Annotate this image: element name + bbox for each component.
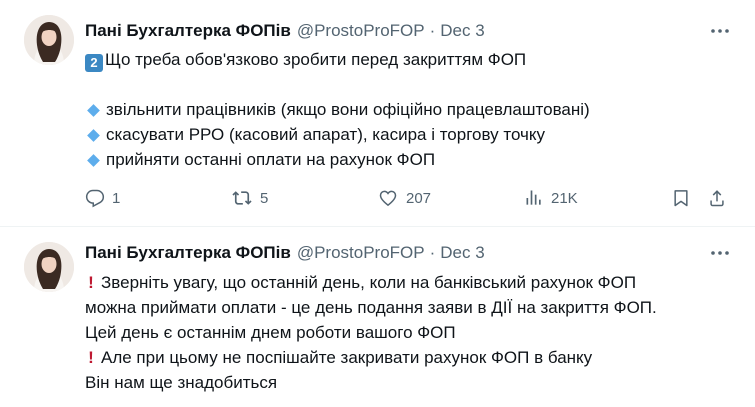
like-button[interactable]: 207 <box>377 188 431 208</box>
red-exclamation-icon: ! <box>88 273 94 292</box>
tweet-text-line: ! Але при цьому не поспішайте закривати р… <box>85 345 735 370</box>
line-text: можна приймати оплати - це день подання … <box>85 298 657 317</box>
line-text: Зверніть увагу, що останній день, коли н… <box>101 273 637 292</box>
tweet-text-line: ! Зверніть увагу, що останній день, коли … <box>85 270 735 295</box>
more-icon <box>711 29 729 33</box>
bullet-text: прийняти останні оплати на рахунок ФОП <box>106 150 436 169</box>
share-button[interactable] <box>707 188 734 208</box>
views-icon <box>526 190 541 205</box>
author-handle[interactable]: @ProstoProFOP <box>297 243 425 263</box>
reply-button[interactable]: 1 <box>85 188 120 208</box>
bullet-text: скасувати РРО (касовий апарат), касира і… <box>106 125 546 144</box>
red-exclamation-icon: ! <box>88 348 94 367</box>
bullet-item: прийняти останні оплати на рахунок ФОП <box>85 147 735 172</box>
blue-diamond-icon <box>87 103 100 117</box>
tweet-text-line: Він нам ще знадобиться <box>85 370 735 395</box>
blue-diamond-icon <box>87 128 100 142</box>
views-button[interactable]: 21K <box>524 188 578 208</box>
bookmark-button[interactable] <box>671 188 698 208</box>
tweet-text: ! Зверніть увагу, що останній день, коли … <box>85 270 735 395</box>
line-text: Він нам ще знадобиться <box>85 373 278 392</box>
share-icon <box>710 190 724 207</box>
tweet-title: Що треба обов'язково зробити перед закри… <box>105 50 527 69</box>
tweet-text-line: можна приймати оплати - це день подання … <box>85 295 735 320</box>
avatar[interactable] <box>24 15 74 65</box>
bookmark-icon <box>674 190 688 207</box>
separator-dot: · <box>429 21 436 40</box>
like-icon <box>379 190 397 207</box>
repost-icon <box>232 191 252 205</box>
more-button[interactable] <box>707 21 733 41</box>
tweet-actions: 1 5 207 21K <box>85 188 735 214</box>
repost-count: 5 <box>260 189 269 207</box>
line-text: Цей день є останнім днем роботи вашого Ф… <box>85 323 456 342</box>
tweet-header: Пані Бухгалтерка ФОПів @ProstoProFOP · D… <box>85 242 485 264</box>
tweet-title-line: 2 Що треба обов'язково зробити перед закр… <box>85 47 735 72</box>
reply-count: 1 <box>112 189 121 207</box>
bullet-item: скасувати РРО (касовий апарат), касира і… <box>85 122 735 147</box>
repost-button[interactable]: 5 <box>231 188 268 208</box>
more-icon <box>711 251 729 255</box>
tweet-date[interactable]: Dec 3 <box>440 243 484 263</box>
keycap-two-icon: 2 <box>85 54 103 72</box>
author-name[interactable]: Пані Бухгалтерка ФОПів <box>85 243 291 263</box>
author-name[interactable]: Пані Бухгалтерка ФОПів <box>85 21 291 41</box>
tweet[interactable]: Пані Бухгалтерка ФОПів @ProstoProFOP · D… <box>0 0 755 227</box>
views-count: 21K <box>551 189 578 207</box>
more-button[interactable] <box>707 243 733 263</box>
avatar-image <box>24 242 74 292</box>
avatar[interactable] <box>24 242 74 292</box>
like-count: 207 <box>406 189 432 207</box>
tweet-header: Пані Бухгалтерка ФОПів @ProstoProFOP · D… <box>85 20 485 42</box>
bullet-text: звільнити працівників (якщо вони офіційн… <box>106 100 590 119</box>
tweet-text-line: Цей день є останнім днем роботи вашого Ф… <box>85 320 735 345</box>
bullet-item: звільнити працівників (якщо вони офіційн… <box>85 97 735 122</box>
author-handle[interactable]: @ProstoProFOP <box>297 21 425 41</box>
avatar-image <box>24 15 74 65</box>
line-text: Але при цьому не поспішайте закривати ра… <box>101 348 593 367</box>
separator-dot: · <box>429 243 436 262</box>
blue-diamond-icon <box>87 153 100 167</box>
tweet-date[interactable]: Dec 3 <box>440 21 484 41</box>
tweet-text: 2 Що треба обов'язково зробити перед закр… <box>85 47 735 172</box>
reply-icon <box>85 189 105 208</box>
